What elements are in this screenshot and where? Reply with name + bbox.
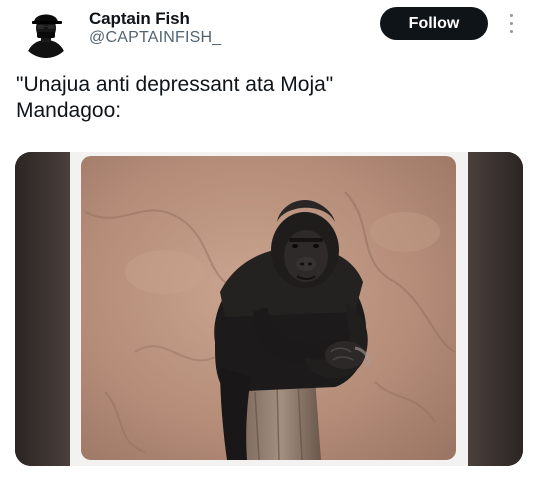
follow-button[interactable]: Follow — [380, 7, 488, 40]
tweet-media-photo[interactable] — [15, 152, 523, 466]
hooded-masked-figure-icon — [20, 6, 72, 58]
more-dot — [510, 14, 513, 17]
more-dot — [510, 30, 513, 33]
tweet-text-line: "Unajua anti depressant ata Moja" — [16, 73, 334, 96]
more-dot — [510, 22, 513, 25]
author-display-name[interactable]: Captain Fish — [89, 9, 190, 29]
gorilla-photo — [15, 152, 523, 466]
author-handle[interactable]: @CAPTAINFISH_ — [89, 29, 221, 47]
tweet-text: "Unajua anti depressant ata Moja" Mandag… — [16, 72, 333, 124]
more-options-icon[interactable] — [503, 12, 521, 36]
author-avatar[interactable] — [20, 6, 72, 58]
tweet-text-line: Mandagoo: — [16, 99, 122, 122]
tweet-card: Captain Fish @CAPTAINFISH_ Follow "Unaju… — [0, 0, 537, 478]
